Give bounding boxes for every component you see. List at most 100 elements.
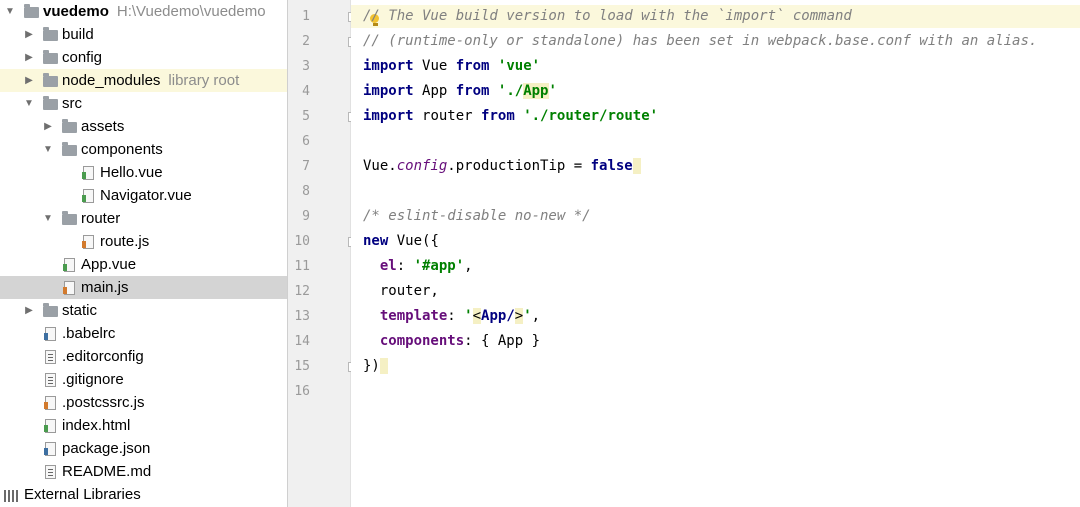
line-number: 8 — [302, 184, 310, 199]
code-line-14: components: { App } — [379, 333, 541, 349]
tree-item[interactable]: ▶ route.js — [0, 230, 287, 253]
text-file-icon — [43, 464, 58, 479]
chevron-down-icon[interactable]: ▼ — [42, 213, 54, 225]
tree-item[interactable]: ▶ App.vue — [0, 253, 287, 276]
tree-item[interactable]: ▶External Libraries — [0, 483, 287, 506]
tree-item[interactable]: ▼ vuedemo H:\Vuedemo\vuedemo — [0, 0, 287, 23]
chevron-right-icon[interactable]: ▶ — [42, 121, 54, 133]
tree-item-label: index.html — [62, 417, 131, 434]
chevron-down-icon[interactable]: ▼ — [42, 144, 54, 156]
folder-icon — [62, 118, 77, 134]
line-number: 2 — [302, 34, 310, 49]
line-number: 3 — [302, 59, 310, 74]
tree-item[interactable]: ▶ index.html — [0, 414, 287, 437]
vue-file-icon — [62, 257, 77, 272]
json-file-icon — [43, 441, 58, 456]
code-line-9: /* eslint-disable no-new */ — [363, 208, 591, 224]
code-line-10: new Vue({ — [363, 233, 439, 249]
editor-gutter: 1 2 3 4 5 6 7 8 9 10 11 12 13 14 15 16 — [288, 0, 357, 507]
line-number: 11 — [294, 259, 310, 274]
tree-item[interactable]: ▶ build — [0, 23, 287, 46]
vue-file-icon — [81, 188, 96, 203]
code-line-7: Vue.config.productionTip = false​ — [363, 158, 642, 174]
tree-item-label: App.vue — [81, 256, 137, 273]
tree-item-label: node_modules — [62, 72, 161, 89]
html-file-icon — [43, 418, 58, 433]
tree-item[interactable]: ▼ components — [0, 138, 287, 161]
tree-item[interactable]: ▼ router — [0, 207, 287, 230]
chevron-down-icon[interactable]: ▼ — [23, 98, 35, 110]
tree-item-label: README.md — [62, 463, 152, 480]
code-line-12: router, — [379, 283, 439, 299]
line-number: 14 — [294, 334, 310, 349]
tree-item[interactable]: ▶ node_modules library root — [0, 69, 287, 92]
tree-item-label: config — [62, 49, 103, 66]
line-number: 12 — [294, 284, 310, 299]
folder-icon — [62, 210, 77, 226]
line-number: 4 — [302, 84, 310, 99]
tree-item-label: Navigator.vue — [100, 187, 192, 204]
project-tree: ▼ vuedemo H:\Vuedemo\vuedemo ▶ build ▶ config ▶… — [0, 0, 288, 507]
tree-item[interactable]: ▶ Navigator.vue — [0, 184, 287, 207]
tree-item-label: build — [62, 26, 94, 43]
text-file-icon — [43, 349, 58, 364]
tree-item-label: package.json — [62, 440, 151, 457]
js-file-icon — [62, 280, 77, 295]
tree-item-label: assets — [81, 118, 125, 135]
code-line-15: }) — [363, 358, 389, 374]
tree-item[interactable]: ▶ static — [0, 299, 287, 322]
tree-item-label: src — [62, 95, 82, 112]
chevron-right-icon[interactable]: ▶ — [23, 305, 35, 317]
tree-item[interactable]: ▶ package.json — [0, 437, 287, 460]
tree-item-label: .babelrc — [62, 325, 116, 342]
line-number: 6 — [302, 134, 310, 149]
tree-item-label: static — [62, 302, 98, 319]
code-line-2: // (runtime-only or standalone) has been… — [363, 33, 1038, 49]
vue-file-icon — [81, 165, 96, 180]
tree-item-label: route.js — [100, 233, 150, 250]
tree-item[interactable]: ▼ src — [0, 92, 287, 115]
tree-item-hint: H:\Vuedemo\vuedemo — [116, 3, 266, 20]
folder-icon — [43, 72, 58, 88]
folder-icon — [43, 26, 58, 42]
tree-item[interactable]: ▶ .postcssrc.js — [0, 391, 287, 414]
code-line-4: import App from './App' — [363, 83, 557, 99]
text-file-icon — [43, 372, 58, 387]
code-editor[interactable]: // The Vue build version to load with th… — [351, 0, 1080, 507]
line-number: 1 — [302, 9, 310, 24]
tree-item[interactable]: ▶ .babelrc — [0, 322, 287, 345]
code-line-13: template: '<App/>', — [379, 308, 541, 324]
code-line-3: import Vue from 'vue' — [363, 58, 541, 74]
line-number: 9 — [302, 209, 310, 224]
chevron-right-icon[interactable]: ▶ — [23, 52, 35, 64]
line-number: 10 — [294, 234, 310, 249]
line-number: 16 — [294, 384, 310, 399]
js-file-icon — [43, 395, 58, 410]
folder-icon — [43, 95, 58, 111]
tree-item-hint: library root — [168, 72, 240, 89]
line-number: 7 — [302, 159, 310, 174]
folder-icon — [62, 141, 77, 157]
chevron-down-icon[interactable]: ▼ — [4, 6, 16, 18]
line-number: 13 — [294, 309, 310, 324]
tree-item-label: .gitignore — [62, 371, 124, 388]
chevron-right-icon[interactable]: ▶ — [23, 75, 35, 87]
tree-item-label: External Libraries — [24, 486, 141, 503]
folder-icon — [43, 49, 58, 65]
tree-item[interactable]: ▶README.md — [0, 460, 287, 483]
tree-item[interactable]: ▶ config — [0, 46, 287, 69]
tree-item[interactable]: ▶.editorconfig — [0, 345, 287, 368]
tree-item-label: vuedemo — [43, 3, 109, 20]
line-number: 15 — [294, 359, 310, 374]
tree-item-label: .postcssrc.js — [62, 394, 145, 411]
tree-item[interactable]: ▶.gitignore — [0, 368, 287, 391]
tree-item-label: .editorconfig — [62, 348, 144, 365]
code-line-11: el: '#app', — [379, 258, 473, 274]
tree-item[interactable]: ▶ Hello.vue — [0, 161, 287, 184]
chevron-right-icon[interactable]: ▶ — [23, 29, 35, 41]
tree-item[interactable]: ▶ main.js — [0, 276, 287, 299]
folder-icon — [24, 3, 39, 19]
code-line-1: // The Vue build version to load with th… — [363, 8, 852, 24]
tree-item-label: Hello.vue — [100, 164, 163, 181]
tree-item[interactable]: ▶ assets — [0, 115, 287, 138]
